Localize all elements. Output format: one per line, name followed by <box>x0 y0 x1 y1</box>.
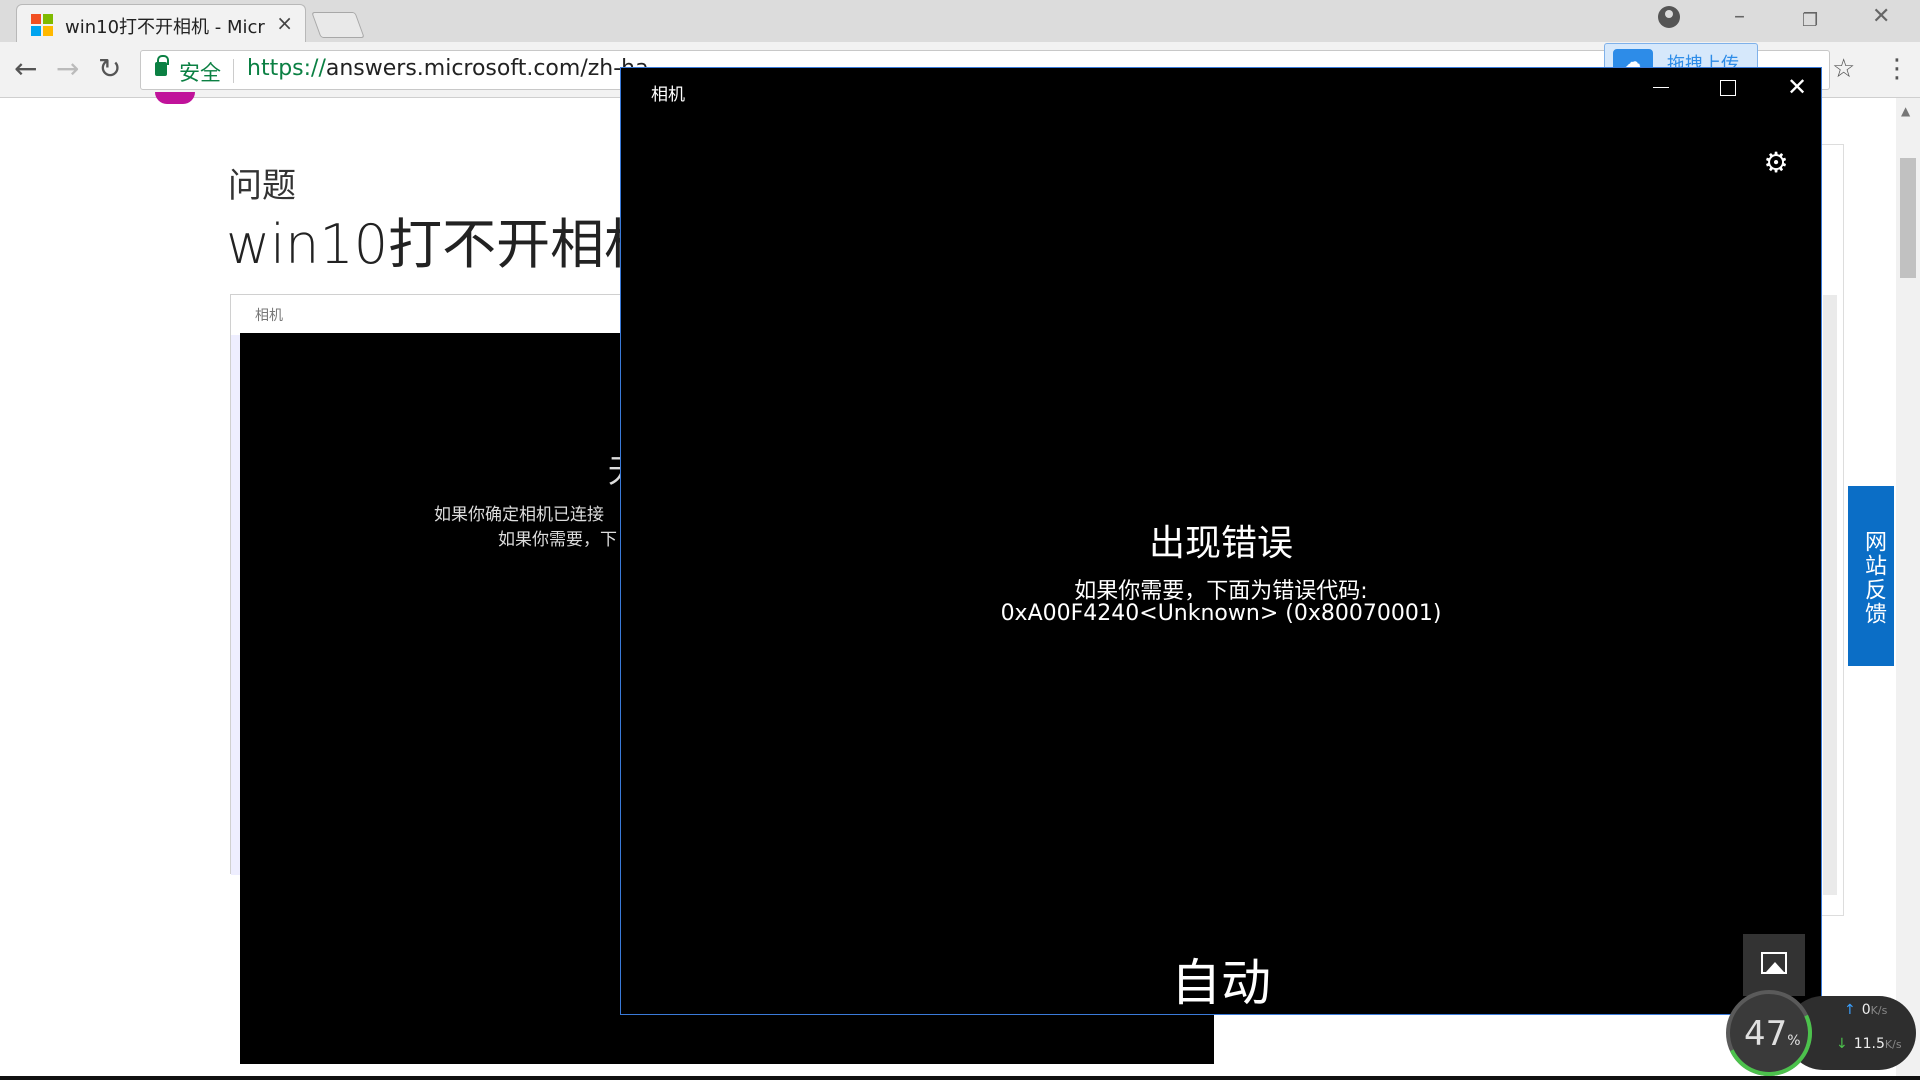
upload-speed-value: 0 <box>1861 1002 1871 1018</box>
browser-menu-icon[interactable]: ⋮ <box>1884 54 1910 84</box>
page-scrollbar[interactable]: ▲ <box>1896 98 1920 1080</box>
scroll-thumb[interactable] <box>1900 158 1916 278</box>
window-close-icon[interactable]: ✕ <box>1872 4 1890 29</box>
minimize-icon[interactable]: – <box>1734 4 1745 29</box>
back-arrow-icon[interactable]: ← <box>14 52 37 85</box>
network-speed-widget[interactable]: 47% ↑ 0K/s ↓ 11.5K/s <box>1713 977 1916 1088</box>
taskbar-edge <box>0 1076 1920 1080</box>
profile-icon[interactable] <box>1658 6 1680 28</box>
new-tab-button[interactable] <box>311 12 365 38</box>
browser-tab[interactable]: win10打不开相机 - Micr × <box>16 4 306 42</box>
tab-title: win10打不开相机 - Micr <box>65 17 265 38</box>
upload-speed-unit: K/s <box>1870 1004 1888 1017</box>
error-code: 0xA00F4240<Unknown> (0x80070001) <box>1000 601 1442 626</box>
site-avatar <box>155 92 195 104</box>
camera-app-window: 相机 ✕ ⚙ 出现错误 如果你需要，下面为错误代码: 0xA00F4240<Un… <box>620 67 1822 1015</box>
upload-speed: ↑ 0K/s <box>1844 1002 1887 1018</box>
download-speed-unit: K/s <box>1884 1038 1902 1051</box>
error-title: 出现错误 <box>1148 523 1293 564</box>
restore-icon[interactable]: ❐ <box>1802 10 1818 31</box>
side-panel-scrollbar[interactable] <box>1823 295 1837 895</box>
url-host: answers.microsoft.com <box>325 56 581 81</box>
photo-icon <box>1761 952 1787 974</box>
scroll-up-icon[interactable]: ▲ <box>1901 104 1910 118</box>
url-scheme: https:// <box>247 56 326 81</box>
usage-percent-unit: % <box>1787 1033 1801 1049</box>
feedback-label: 网站反馈 <box>1861 530 1886 626</box>
camera-window-title: 相机 <box>651 85 685 105</box>
tab-close-icon[interactable]: × <box>276 11 293 35</box>
gallery-button[interactable] <box>1743 934 1805 996</box>
microsoft-logo-icon <box>31 14 53 36</box>
download-arrow-icon: ↓ <box>1836 1036 1848 1052</box>
site-feedback-tab[interactable]: 网站反馈 <box>1848 486 1894 666</box>
reload-icon[interactable]: ↻ <box>98 52 121 85</box>
tab-strip: win10打不开相机 - Micr × – ❐ ✕ <box>0 0 1920 42</box>
camera-mode-label[interactable]: 自动 <box>621 943 1821 1015</box>
embedded-window-title: 相机 <box>255 308 283 324</box>
bookmark-star-icon[interactable]: ☆ <box>1832 54 1855 84</box>
memory-usage-circle: 47% <box>1713 977 1825 1088</box>
camera-close-button[interactable]: ✕ <box>1777 70 1817 104</box>
forward-arrow-icon[interactable]: → <box>56 52 79 85</box>
download-speed: ↓ 11.5K/s <box>1836 1036 1902 1052</box>
camera-maximize-button[interactable] <box>1707 70 1747 104</box>
usage-percent: 47% <box>1744 1014 1801 1054</box>
usage-percent-value: 47 <box>1744 1014 1788 1054</box>
address-separator <box>233 59 234 83</box>
upload-arrow-icon: ↑ <box>1844 1002 1856 1018</box>
question-title: win10打不开相机 <box>226 213 659 276</box>
embedded-line-2: 如果你需要，下 <box>498 530 617 550</box>
settings-gear-icon[interactable]: ⚙ <box>1761 148 1791 178</box>
lock-icon <box>155 55 169 76</box>
download-speed-value: 11.5 <box>1853 1036 1885 1052</box>
secure-label: 安全 <box>179 61 221 85</box>
camera-minimize-button[interactable] <box>1641 70 1681 104</box>
embedded-line-1: 如果你确定相机已连接 <box>434 505 604 525</box>
